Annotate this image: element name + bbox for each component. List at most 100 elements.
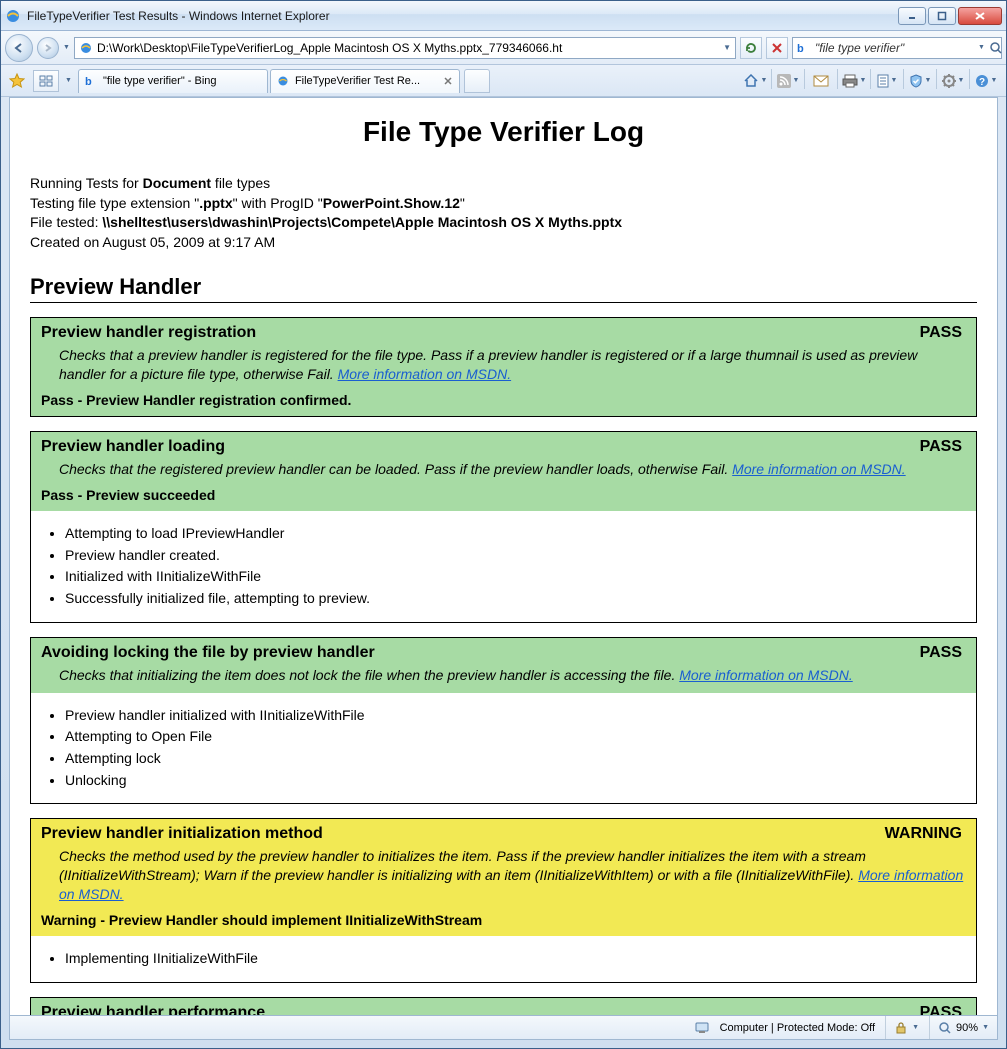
test-name: Preview handler loading: [41, 438, 966, 456]
titlebar: FileTypeVerifier Test Results - Windows …: [1, 1, 1006, 31]
page-title: File Type Verifier Log: [30, 116, 977, 148]
address-bar[interactable]: D:\Work\Desktop\FileTypeVerifierLog_Appl…: [74, 37, 736, 59]
test-result: Warning - Preview Handler should impleme…: [41, 912, 966, 928]
status-bar: Computer | Protected Mode: Off ▼ 90% ▼: [9, 1016, 998, 1040]
page-icon: [79, 41, 93, 55]
test-detail-item: Preview handler initialized with IInitia…: [65, 705, 966, 727]
minimize-button[interactable]: [898, 7, 926, 25]
test-header: Preview handler loadingPASS Checks that t…: [31, 432, 976, 511]
test-status: PASS: [920, 324, 962, 342]
test-detail-item: Implementing IInitializeWithFile: [65, 948, 966, 970]
help-button[interactable]: ?▼: [972, 69, 1000, 93]
msdn-link[interactable]: More information on MSDN.: [732, 461, 906, 477]
lock-icon: [894, 1021, 908, 1035]
test-box: Avoiding locking the file by preview han…: [30, 637, 977, 805]
test-detail-item: Attempting to Open File: [65, 726, 966, 748]
test-status: PASS: [920, 438, 962, 456]
feeds-button[interactable]: ▼: [774, 69, 802, 93]
msdn-link[interactable]: More information on MSDN.: [59, 867, 963, 902]
address-dropdown-icon[interactable]: ▼: [723, 43, 731, 52]
tab-label: FileTypeVerifier Test Re...: [295, 75, 420, 87]
content-area: File Type Verifier Log Running Tests for…: [9, 97, 998, 1016]
meta-bold: .pptx: [199, 195, 232, 211]
test-description: Checks that initializing the item does n…: [59, 666, 966, 685]
safety-button[interactable]: ▼: [906, 69, 934, 93]
ie-window: FileTypeVerifier Test Results - Windows …: [0, 0, 1007, 1049]
window-controls: [898, 7, 1002, 25]
search-dropdown-icon[interactable]: ▼: [978, 44, 985, 51]
test-details: Preview handler initialized with IInitia…: [31, 693, 976, 804]
tools-button[interactable]: ▼: [939, 69, 967, 93]
stop-button[interactable]: [766, 37, 788, 59]
test-header: Preview handler initialization methodWAR…: [31, 819, 976, 936]
tab-bing-search[interactable]: b "file type verifier" - Bing: [78, 69, 268, 93]
test-box: Preview handler loadingPASS Checks that t…: [30, 431, 977, 623]
ie-page-icon: [277, 75, 289, 87]
read-mail-button[interactable]: [807, 69, 835, 93]
test-description: Checks that a preview handler is registe…: [59, 346, 966, 384]
tab-label: "file type verifier" - Bing: [103, 75, 217, 87]
svg-text:b: b: [797, 43, 804, 54]
tab-bar: ▼ b "file type verifier" - Bing FileType…: [1, 65, 1006, 97]
msdn-link[interactable]: More information on MSDN.: [679, 667, 853, 683]
tab-verifier-results[interactable]: FileTypeVerifier Test Re...: [270, 69, 460, 93]
print-button[interactable]: ▼: [840, 69, 868, 93]
test-header: Preview handler registrationPASSChecks t…: [31, 318, 976, 416]
meta-bold: \\shelltest\users\dwashin\Projects\Compe…: [102, 214, 622, 230]
test-details: Implementing IInitializeWithFile: [31, 936, 976, 982]
page-content[interactable]: File Type Verifier Log Running Tests for…: [10, 98, 997, 1015]
refresh-button[interactable]: [740, 37, 762, 59]
tests-container: Preview handler registrationPASSChecks t…: [30, 317, 977, 1015]
test-box: Preview handler initialization methodWAR…: [30, 818, 977, 982]
tab-list-dropdown-icon[interactable]: ▼: [65, 77, 72, 84]
close-button[interactable]: [958, 7, 1002, 25]
protected-mode-segment[interactable]: ▼: [885, 1016, 919, 1039]
test-header: Preview handler performancePASS: [31, 998, 976, 1015]
test-result: Pass - Preview succeeded: [41, 487, 966, 503]
meta-text: Created on August 05, 2009 at 9:17 AM: [30, 233, 977, 253]
test-detail-item: Attempting to load IPreviewHandler: [65, 523, 966, 545]
test-detail-item: Unlocking: [65, 770, 966, 792]
svg-text:b: b: [85, 76, 92, 87]
svg-text:?: ?: [978, 77, 984, 88]
separator: [903, 69, 904, 89]
test-status: WARNING: [885, 825, 962, 843]
back-button[interactable]: [5, 34, 33, 62]
search-box[interactable]: b ▼: [792, 37, 1002, 59]
test-detail-item: Successfully initialized file, attemptin…: [65, 588, 966, 610]
maximize-button[interactable]: [928, 7, 956, 25]
separator: [837, 69, 838, 89]
quick-tabs-button[interactable]: [33, 70, 59, 92]
command-bar: ▼ ▼ ▼ ▼ ▼ ▼ ?▼: [741, 69, 1000, 93]
meta-text: Testing file type extension ": [30, 195, 199, 211]
forward-button[interactable]: [37, 37, 59, 59]
section-heading: Preview Handler: [30, 274, 977, 303]
test-description: Checks the method used by the preview ha…: [59, 847, 966, 904]
new-tab-button[interactable]: [464, 69, 490, 93]
test-result: Pass - Preview Handler registration conf…: [41, 392, 966, 408]
tab-close-icon[interactable]: [443, 76, 453, 86]
security-zone-text: Computer | Protected Mode: Off: [720, 1022, 876, 1034]
test-box: Preview handler performancePASS: [30, 997, 977, 1015]
window-title: FileTypeVerifier Test Results - Windows …: [27, 9, 898, 23]
page-button[interactable]: ▼: [873, 69, 901, 93]
meta-text: ": [460, 195, 465, 211]
meta-text: " with ProgID ": [233, 195, 323, 211]
test-box: Preview handler registrationPASSChecks t…: [30, 317, 977, 417]
test-description: Checks that the registered preview handl…: [59, 460, 966, 479]
navigation-bar: ▼ D:\Work\Desktop\FileTypeVerifierLog_Ap…: [1, 31, 1006, 65]
search-go-icon[interactable]: [989, 41, 1003, 55]
test-detail-item: Initialized with IInitializeWithFile: [65, 566, 966, 588]
meta-text: file types: [211, 175, 270, 191]
zoom-control[interactable]: 90% ▼: [929, 1016, 989, 1039]
home-button[interactable]: ▼: [741, 69, 769, 93]
search-input[interactable]: [813, 40, 974, 56]
test-status: PASS: [920, 1004, 962, 1015]
dropdown-icon: ▼: [912, 1024, 919, 1031]
nav-dropdown-icon[interactable]: ▼: [63, 44, 70, 51]
address-text: D:\Work\Desktop\FileTypeVerifierLog_Appl…: [97, 41, 719, 55]
dropdown-icon: ▼: [982, 1024, 989, 1031]
meta-bold: Document: [143, 175, 211, 191]
favorites-star-icon[interactable]: [7, 71, 27, 91]
msdn-link[interactable]: More information on MSDN.: [338, 366, 512, 382]
